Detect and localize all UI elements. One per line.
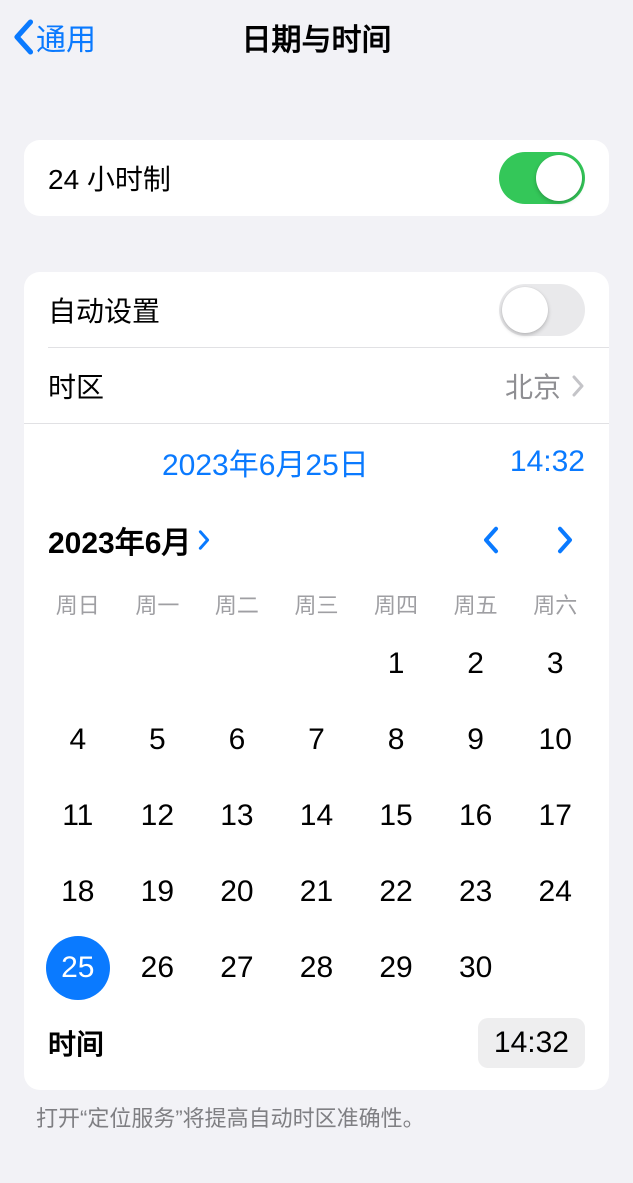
- chevron-left-icon: [12, 19, 34, 55]
- weekday-label: 周六: [515, 578, 595, 626]
- row-24h: 24 小时制: [24, 140, 609, 216]
- header-bar: 通用 日期与时间: [0, 0, 633, 74]
- calendar-day[interactable]: 28: [277, 930, 357, 1006]
- row-time: 时间 14:32: [24, 1010, 609, 1090]
- page-title: 日期与时间: [242, 15, 392, 59]
- calendar-day[interactable]: 6: [197, 702, 277, 778]
- calendar-day: [197, 626, 277, 702]
- calendar: 周日 周一 周二 周三 周四 周五 周六 1234567891011121314…: [24, 572, 609, 1010]
- footer-note: 打开“定位服务”将提高自动时区准确性。: [36, 1104, 597, 1135]
- calendar-day[interactable]: 18: [38, 854, 118, 930]
- calendar-day[interactable]: 19: [118, 854, 198, 930]
- row-timezone[interactable]: 时区 北京: [24, 348, 609, 424]
- calendar-day: [515, 930, 595, 1006]
- calendar-day[interactable]: 4: [38, 702, 118, 778]
- calendar-day: [277, 626, 357, 702]
- back-label: 通用: [36, 15, 96, 59]
- chevron-right-icon: [197, 529, 211, 551]
- back-button[interactable]: 通用: [12, 15, 96, 59]
- label-auto-set: 自动设置: [48, 290, 499, 330]
- chevron-right-icon: [571, 374, 585, 398]
- weekday-label: 周二: [197, 578, 277, 626]
- label-24h: 24 小时制: [48, 158, 499, 198]
- label-timezone: 时区: [48, 366, 505, 406]
- calendar-day[interactable]: 5: [118, 702, 198, 778]
- row-date-time-buttons: 2023年6月25日 14:32: [24, 424, 609, 494]
- calendar-day[interactable]: 15: [356, 778, 436, 854]
- calendar-day[interactable]: 26: [118, 930, 198, 1006]
- calendar-day[interactable]: 27: [197, 930, 277, 1006]
- calendar-day[interactable]: 12: [118, 778, 198, 854]
- calendar-day[interactable]: 17: [515, 778, 595, 854]
- calendar-day[interactable]: 10: [515, 702, 595, 778]
- calendar-day[interactable]: 22: [356, 854, 436, 930]
- calendar-day[interactable]: 2: [436, 626, 516, 702]
- calendar-day[interactable]: 29: [356, 930, 436, 1006]
- weekday-label: 周五: [436, 578, 516, 626]
- calendar-day[interactable]: 21: [277, 854, 357, 930]
- calendar-day[interactable]: 7: [277, 702, 357, 778]
- calendar-day[interactable]: 24: [515, 854, 595, 930]
- calendar-day[interactable]: 1: [356, 626, 436, 702]
- calendar-day[interactable]: 11: [38, 778, 118, 854]
- value-timezone: 北京: [505, 366, 561, 406]
- time-picker[interactable]: 14:32: [478, 1018, 585, 1068]
- weekday-label: 周四: [356, 578, 436, 626]
- calendar-day[interactable]: 9: [436, 702, 516, 778]
- calendar-weekday-header: 周日 周一 周二 周三 周四 周五 周六: [38, 578, 595, 626]
- calendar-day[interactable]: 3: [515, 626, 595, 702]
- calendar-day[interactable]: 30: [436, 930, 516, 1006]
- calendar-day[interactable]: 8: [356, 702, 436, 778]
- month-select[interactable]: 2023年6月: [48, 518, 211, 562]
- calendar-day[interactable]: 14: [277, 778, 357, 854]
- row-auto-set: 自动设置: [24, 272, 609, 348]
- calendar-day[interactable]: 20: [197, 854, 277, 930]
- time-label: 时间: [48, 1023, 478, 1063]
- date-button[interactable]: 2023年6月25日: [162, 440, 369, 484]
- weekday-label: 周日: [38, 578, 118, 626]
- month-label-text: 2023年6月: [48, 518, 191, 562]
- toggle-auto-set[interactable]: [499, 284, 585, 336]
- card-24h: 24 小时制: [24, 140, 609, 216]
- weekday-label: 周一: [118, 578, 198, 626]
- month-nav: 2023年6月: [24, 494, 609, 572]
- weekday-label: 周三: [277, 578, 357, 626]
- prev-month-button[interactable]: [471, 525, 511, 555]
- calendar-day[interactable]: 13: [197, 778, 277, 854]
- card-datetime: 自动设置 时区 北京 2023年6月25日 14:32 2023年6月: [24, 272, 609, 1090]
- next-month-button[interactable]: [545, 525, 585, 555]
- calendar-day[interactable]: 25: [38, 930, 118, 1006]
- toggle-24h[interactable]: [499, 152, 585, 204]
- calendar-day: [38, 626, 118, 702]
- time-button[interactable]: 14:32: [510, 445, 585, 479]
- calendar-day: [118, 626, 198, 702]
- calendar-day[interactable]: 23: [436, 854, 516, 930]
- calendar-day[interactable]: 16: [436, 778, 516, 854]
